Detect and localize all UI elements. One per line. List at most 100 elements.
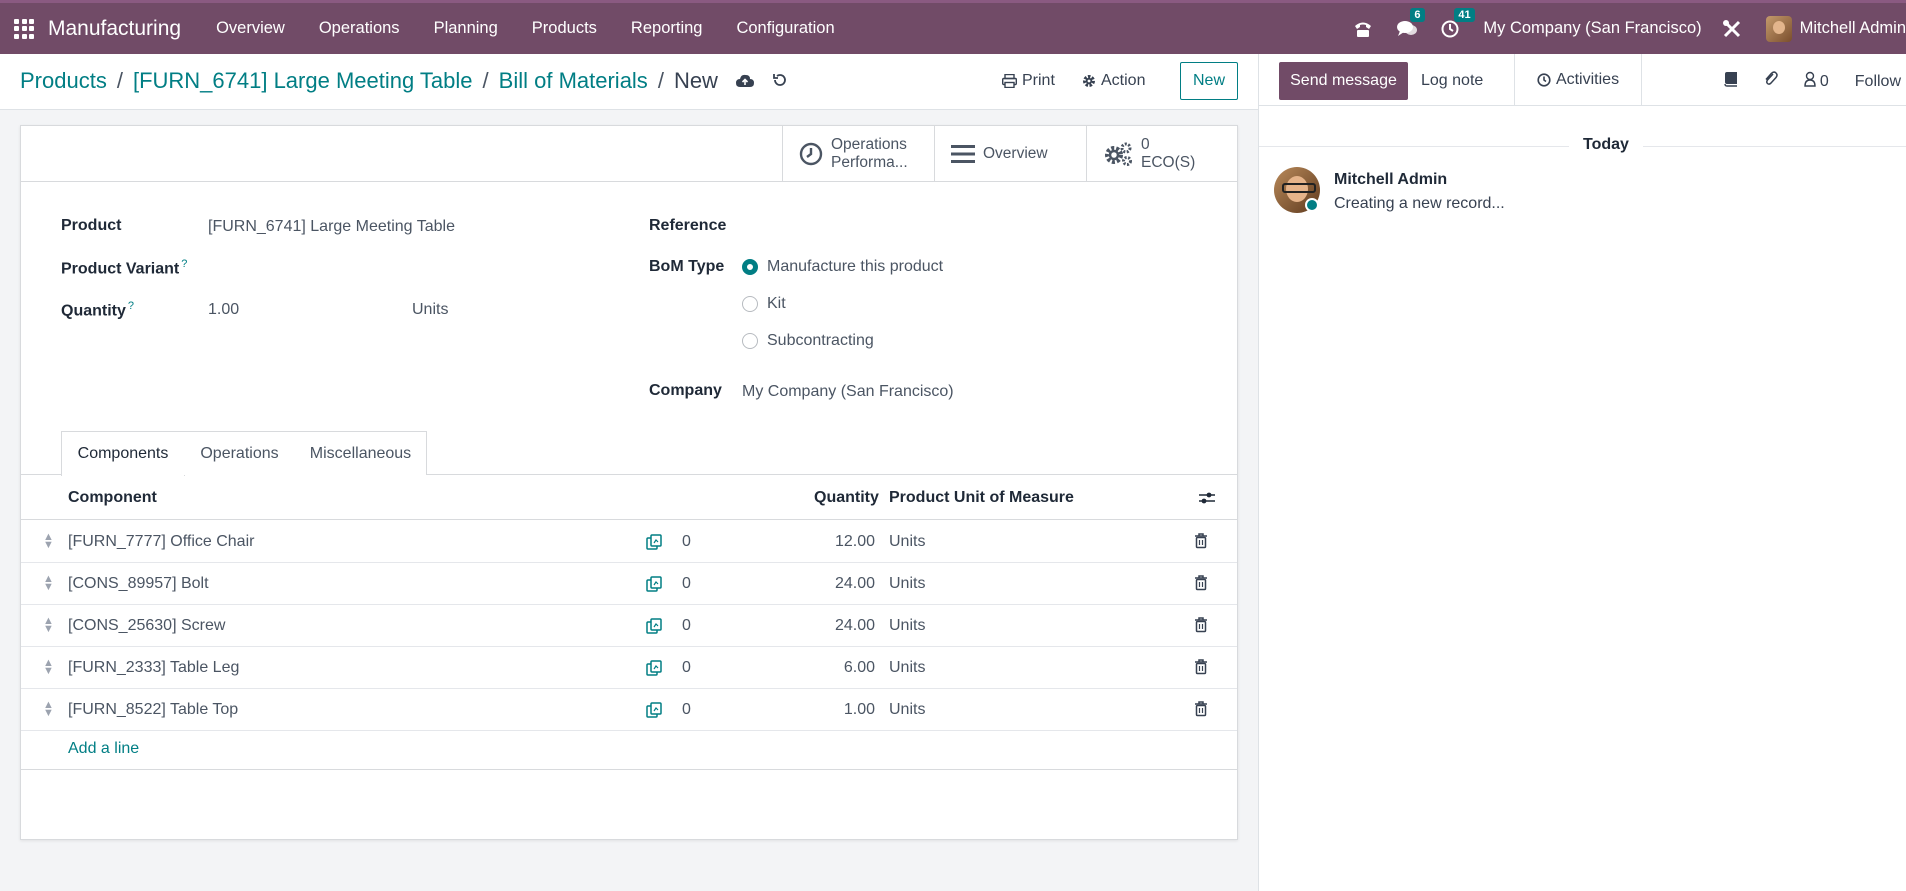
menu-overview[interactable]: Overview <box>199 19 302 38</box>
row-quantity[interactable]: 12.00 <box>835 533 875 551</box>
eco-button[interactable]: 0 ECO(S) <box>1086 126 1237 181</box>
row-quantity[interactable]: 24.00 <box>835 575 875 593</box>
components-table-header: Component Quantity Product Unit of Measu… <box>21 476 1237 520</box>
col-uom[interactable]: Product Unit of Measure <box>889 489 1074 507</box>
followers-count[interactable]: 0 <box>1820 73 1829 91</box>
paperclip-icon[interactable] <box>1764 70 1778 93</box>
help-tooltip-icon[interactable]: ? <box>181 258 187 270</box>
gear-icon <box>1083 75 1095 87</box>
trash-icon[interactable] <box>1194 617 1208 638</box>
trash-icon[interactable] <box>1194 701 1208 722</box>
tab-miscellaneous[interactable]: Miscellaneous <box>295 431 427 475</box>
overview-button[interactable]: Overview <box>934 126 1086 181</box>
menu-reporting[interactable]: Reporting <box>614 19 720 38</box>
breadcrumb-product[interactable]: [FURN_6741] Large Meeting Table <box>133 68 473 94</box>
tab-operations[interactable]: Operations <box>184 431 296 475</box>
product-field[interactable]: [FURN_6741] Large Meeting Table <box>208 218 455 236</box>
trash-icon[interactable] <box>1194 575 1208 596</box>
quantity-field[interactable]: 1.00 <box>208 301 239 319</box>
row-component[interactable]: [FURN_7777] Office Chair <box>68 533 254 551</box>
bars-icon <box>951 144 975 164</box>
row-uom[interactable]: Units <box>889 659 925 677</box>
table-row[interactable]: ▲ ▼ [FURN_2333] Table Leg 0 6.00 Units <box>21 647 1237 689</box>
row-uom[interactable]: Units <box>889 701 925 719</box>
company-field[interactable]: My Company (San Francisco) <box>742 383 954 401</box>
forecast-report-icon[interactable] <box>646 618 662 639</box>
message-body: Creating a new record... <box>1334 195 1505 212</box>
notebook-tabs: Components Operations Miscellaneous <box>21 431 1237 476</box>
phone-icon[interactable] <box>1353 20 1373 38</box>
row-component[interactable]: [FURN_8522] Table Top <box>68 701 238 719</box>
drag-handle-icon[interactable]: ▲ ▼ <box>43 616 54 635</box>
trash-icon[interactable] <box>1194 533 1208 554</box>
column-settings-icon[interactable] <box>1199 491 1215 510</box>
row-uom[interactable]: Units <box>889 575 925 593</box>
col-component[interactable]: Component <box>68 489 157 507</box>
radio-empty-icon <box>742 296 758 312</box>
follow-button[interactable]: Follow <box>1855 73 1901 91</box>
row-quantity[interactable]: 1.00 <box>844 701 875 719</box>
row-quantity[interactable]: 24.00 <box>835 617 875 635</box>
table-row[interactable]: ▲ ▼ [CONS_25630] Screw 0 24.00 Units <box>21 605 1237 647</box>
forecast-report-icon[interactable] <box>646 576 662 597</box>
menu-products[interactable]: Products <box>515 19 614 38</box>
radio-manufacture[interactable]: Manufacture this product <box>742 258 943 276</box>
activities-clock-icon[interactable]: 41 <box>1441 7 1475 38</box>
forecast-report-icon[interactable] <box>646 702 662 723</box>
drag-handle-icon[interactable]: ▲ ▼ <box>43 532 54 551</box>
activities-button[interactable]: Activities <box>1514 54 1642 106</box>
row-component[interactable]: [CONS_89957] Bolt <box>68 575 209 593</box>
save-cloud-icon[interactable] <box>735 68 754 94</box>
book-icon[interactable] <box>1724 71 1738 92</box>
company-switcher[interactable]: My Company (San Francisco) <box>1483 19 1701 38</box>
row-count: 0 <box>682 659 691 676</box>
radio-kit[interactable]: Kit <box>742 295 786 313</box>
printer-icon <box>1002 74 1017 88</box>
drag-handle-icon[interactable]: ▲ ▼ <box>43 658 54 677</box>
row-uom[interactable]: Units <box>889 533 925 551</box>
radio-subcontracting[interactable]: Subcontracting <box>742 332 874 350</box>
message-author[interactable]: Mitchell Admin <box>1334 171 1447 189</box>
forecast-report-icon[interactable] <box>646 534 662 555</box>
drag-handle-icon[interactable]: ▲ ▼ <box>43 574 54 593</box>
add-line-link[interactable]: Add a line <box>68 740 139 758</box>
forecast-report-icon[interactable] <box>646 660 662 681</box>
discard-icon[interactable] <box>772 68 788 94</box>
user-menu[interactable]: Mitchell Admin <box>1800 19 1906 38</box>
new-button[interactable]: New <box>1180 62 1238 100</box>
messages-icon[interactable]: 6 <box>1397 7 1425 38</box>
action-button[interactable]: Action <box>1082 72 1145 90</box>
menu-configuration[interactable]: Configuration <box>719 19 851 38</box>
drag-handle-icon[interactable]: ▲ ▼ <box>43 700 54 719</box>
apps-menu-icon[interactable] <box>14 18 34 39</box>
product-variant-field[interactable] <box>208 258 508 278</box>
product-variant-label: Product Variant? <box>61 258 188 278</box>
row-uom[interactable]: Units <box>889 617 925 635</box>
help-tooltip-icon[interactable]: ? <box>128 300 134 312</box>
row-count: 0 <box>682 533 691 550</box>
menu-operations[interactable]: Operations <box>302 19 417 38</box>
eco-count: 0 <box>1141 135 1150 153</box>
quantity-uom-field[interactable]: Units <box>412 301 448 319</box>
table-row[interactable]: ▲ ▼ [FURN_7777] Office Chair 0 12.00 Unit… <box>21 521 1237 563</box>
followers-icon[interactable] <box>1804 71 1816 92</box>
row-quantity[interactable]: 6.00 <box>844 659 875 677</box>
debug-tools-icon[interactable] <box>1722 19 1742 39</box>
app-title[interactable]: Manufacturing <box>48 17 181 41</box>
tab-components[interactable]: Components <box>61 431 185 476</box>
breadcrumb-products[interactable]: Products <box>20 68 107 94</box>
log-note-button[interactable]: Log note <box>1421 72 1483 90</box>
row-component[interactable]: [FURN_2333] Table Leg <box>68 659 239 677</box>
trash-icon[interactable] <box>1194 659 1208 680</box>
table-row[interactable]: ▲ ▼ [CONS_89957] Bolt 0 24.00 Units <box>21 563 1237 605</box>
user-avatar[interactable] <box>1765 15 1792 42</box>
row-component[interactable]: [CONS_25630] Screw <box>68 617 225 635</box>
send-message-button[interactable]: Send message <box>1279 62 1408 100</box>
col-quantity[interactable]: Quantity <box>814 489 879 507</box>
operations-performance-button[interactable]: Operations Performa... <box>782 126 934 181</box>
breadcrumb-bom[interactable]: Bill of Materials <box>499 68 648 94</box>
table-row[interactable]: ▲ ▼ [FURN_8522] Table Top 0 1.00 Units <box>21 689 1237 731</box>
print-button[interactable]: Print <box>1002 72 1055 90</box>
reference-field[interactable] <box>742 217 1212 237</box>
menu-planning[interactable]: Planning <box>417 19 515 38</box>
